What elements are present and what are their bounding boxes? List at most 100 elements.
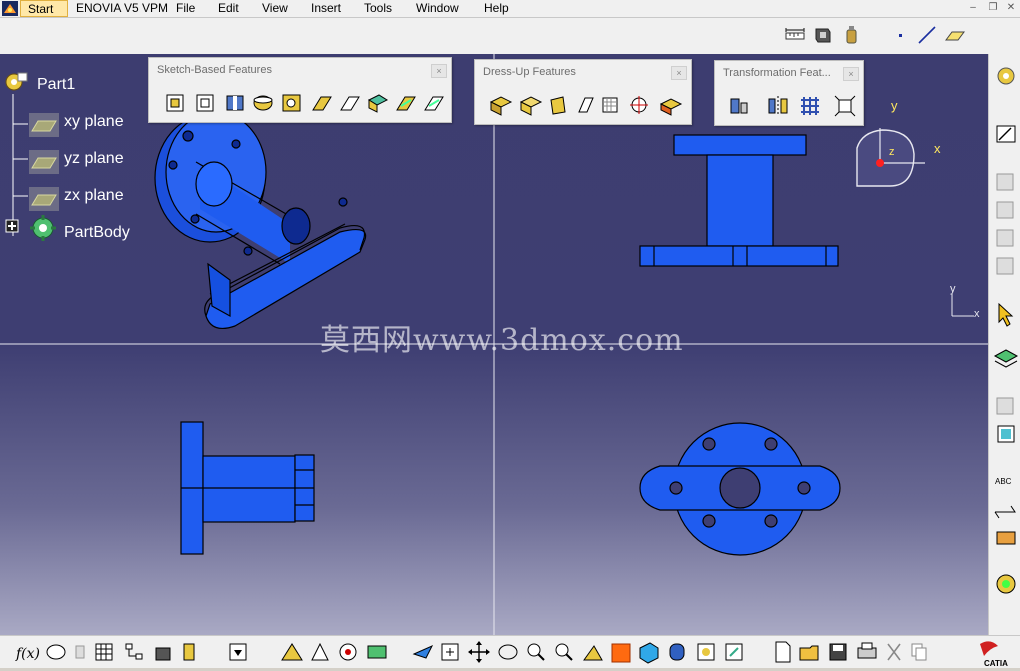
restore-button[interactable]: ❐ bbox=[986, 2, 1000, 14]
line-icon[interactable] bbox=[916, 24, 938, 46]
part-top-view[interactable] bbox=[639, 422, 841, 556]
sketcher-icon[interactable] bbox=[996, 125, 1016, 143]
normal-view-icon[interactable] bbox=[583, 645, 603, 661]
menu-insert[interactable]: Insert bbox=[311, 1, 341, 15]
expand-plus-icon[interactable] bbox=[5, 219, 19, 233]
pocket-gray-icon[interactable] bbox=[996, 201, 1014, 219]
groove-icon[interactable] bbox=[253, 95, 273, 111]
tree-root-part1[interactable]: Part1 bbox=[37, 76, 75, 94]
add-body-icon[interactable] bbox=[997, 425, 1015, 443]
plane-icon[interactable] bbox=[944, 24, 966, 46]
tree-item-partbody[interactable]: PartBody bbox=[64, 224, 130, 242]
pad-icon[interactable] bbox=[166, 94, 184, 112]
boolean-gray-icon[interactable] bbox=[996, 397, 1014, 415]
lock-gray-icon[interactable] bbox=[75, 645, 85, 659]
translation-icon[interactable] bbox=[730, 98, 748, 114]
table-icon[interactable] bbox=[95, 643, 113, 661]
hierarchy-icon[interactable] bbox=[125, 643, 143, 660]
pocket-icon[interactable] bbox=[196, 94, 214, 112]
copy-icon[interactable] bbox=[911, 643, 927, 661]
part-side-view[interactable] bbox=[180, 421, 315, 555]
menu-file[interactable]: File bbox=[176, 1, 195, 15]
slot-icon[interactable] bbox=[340, 96, 360, 111]
tree-item-zx-plane[interactable]: zx plane bbox=[64, 187, 124, 205]
sketch-tools-icon[interactable] bbox=[281, 643, 303, 661]
apply-paint-icon[interactable] bbox=[996, 531, 1016, 545]
knowledge-icon[interactable] bbox=[996, 574, 1016, 594]
iso-view-icon[interactable] bbox=[639, 642, 659, 664]
open-file-icon[interactable] bbox=[799, 645, 819, 661]
menu-enovia[interactable]: ENOVIA V5 VPM bbox=[76, 1, 168, 15]
sketch-analysis-icon[interactable] bbox=[311, 642, 329, 661]
print-icon[interactable] bbox=[857, 642, 877, 659]
shading-icon[interactable] bbox=[669, 643, 685, 661]
mirror-icon[interactable] bbox=[768, 96, 788, 116]
new-file-icon[interactable] bbox=[775, 641, 791, 663]
cut-icon[interactable] bbox=[887, 643, 901, 661]
menu-view[interactable]: View bbox=[262, 1, 288, 15]
pan-icon[interactable] bbox=[468, 641, 490, 663]
chamfer-icon[interactable] bbox=[519, 96, 543, 116]
toolbar-close-button[interactable]: × bbox=[431, 64, 447, 78]
removed-multi-section-icon[interactable] bbox=[424, 96, 444, 111]
stack-icon[interactable] bbox=[367, 645, 387, 659]
thread-icon[interactable] bbox=[630, 96, 648, 114]
layers-icon[interactable] bbox=[993, 349, 1019, 368]
close-button[interactable]: ✕ bbox=[1004, 2, 1018, 14]
toolbar-close-button[interactable]: × bbox=[843, 67, 859, 81]
fit-all-icon[interactable] bbox=[441, 643, 459, 661]
measure-icon[interactable] bbox=[784, 24, 806, 46]
rotate-icon[interactable] bbox=[498, 644, 518, 660]
hide-show-icon[interactable] bbox=[697, 643, 715, 661]
point-icon[interactable] bbox=[890, 24, 912, 46]
apply-material-icon[interactable] bbox=[812, 24, 834, 46]
partbody-gear-icon[interactable] bbox=[29, 214, 59, 242]
thickness-icon[interactable] bbox=[602, 97, 618, 113]
save-icon[interactable] bbox=[829, 643, 847, 661]
scaling-icon[interactable] bbox=[834, 95, 856, 117]
stiffener-icon[interactable] bbox=[367, 94, 389, 113]
shaft-icon[interactable] bbox=[226, 95, 244, 111]
pad-gray-icon[interactable] bbox=[996, 173, 1014, 191]
macro-icon[interactable] bbox=[183, 643, 195, 661]
text-abc-icon[interactable]: ABC bbox=[995, 477, 1012, 486]
menu-tools[interactable]: Tools bbox=[364, 1, 392, 15]
hole-icon[interactable] bbox=[282, 94, 301, 112]
rib-icon[interactable] bbox=[312, 96, 332, 111]
constraint-icon[interactable] bbox=[339, 643, 357, 661]
plane-icon-xy[interactable] bbox=[29, 113, 59, 137]
publish-icon[interactable] bbox=[840, 24, 862, 46]
plane-icon-zx[interactable] bbox=[29, 187, 59, 211]
multi-section-solid-icon[interactable] bbox=[396, 96, 416, 111]
edge-fillet-icon[interactable] bbox=[489, 96, 513, 116]
groove-gray-icon[interactable] bbox=[996, 257, 1014, 275]
zoom-out-icon[interactable] bbox=[555, 643, 573, 661]
toolbar-close-button[interactable]: × bbox=[671, 66, 687, 80]
catalog-lock-icon[interactable] bbox=[155, 647, 171, 661]
multi-view-icon[interactable] bbox=[611, 643, 631, 663]
tree-item-yz-plane[interactable]: yz plane bbox=[64, 150, 124, 168]
shell-icon[interactable] bbox=[578, 97, 594, 113]
comment-icon[interactable] bbox=[46, 644, 66, 660]
zoom-in-icon[interactable] bbox=[527, 643, 545, 661]
workbench-gear-icon[interactable] bbox=[997, 67, 1015, 85]
part-gear-icon[interactable] bbox=[4, 70, 28, 94]
shaft-gray-icon[interactable] bbox=[996, 229, 1014, 247]
3d-viewport[interactable]: y x z y x Part1 xy plane yz plane zx pla… bbox=[0, 54, 988, 635]
part-front-view[interactable] bbox=[639, 134, 839, 267]
remove-face-icon[interactable] bbox=[659, 98, 683, 116]
menu-help[interactable]: Help bbox=[484, 1, 509, 15]
minimize-button[interactable]: – bbox=[966, 2, 980, 14]
rectangular-pattern-icon[interactable] bbox=[801, 97, 819, 115]
update-icon[interactable] bbox=[229, 643, 247, 661]
start-menu[interactable]: Start bbox=[20, 0, 68, 17]
menu-window[interactable]: Window bbox=[416, 1, 459, 15]
part-isometric-view[interactable] bbox=[154, 111, 367, 329]
draft-icon[interactable] bbox=[550, 96, 566, 115]
flag-note-icon[interactable] bbox=[994, 505, 1016, 519]
formula-icon[interactable]: f(x) bbox=[15, 646, 40, 662]
select-arrow-icon[interactable] bbox=[998, 302, 1014, 327]
menu-edit[interactable]: Edit bbox=[218, 1, 239, 15]
plane-icon-yz[interactable] bbox=[29, 150, 59, 174]
fly-mode-icon[interactable] bbox=[412, 644, 434, 659]
